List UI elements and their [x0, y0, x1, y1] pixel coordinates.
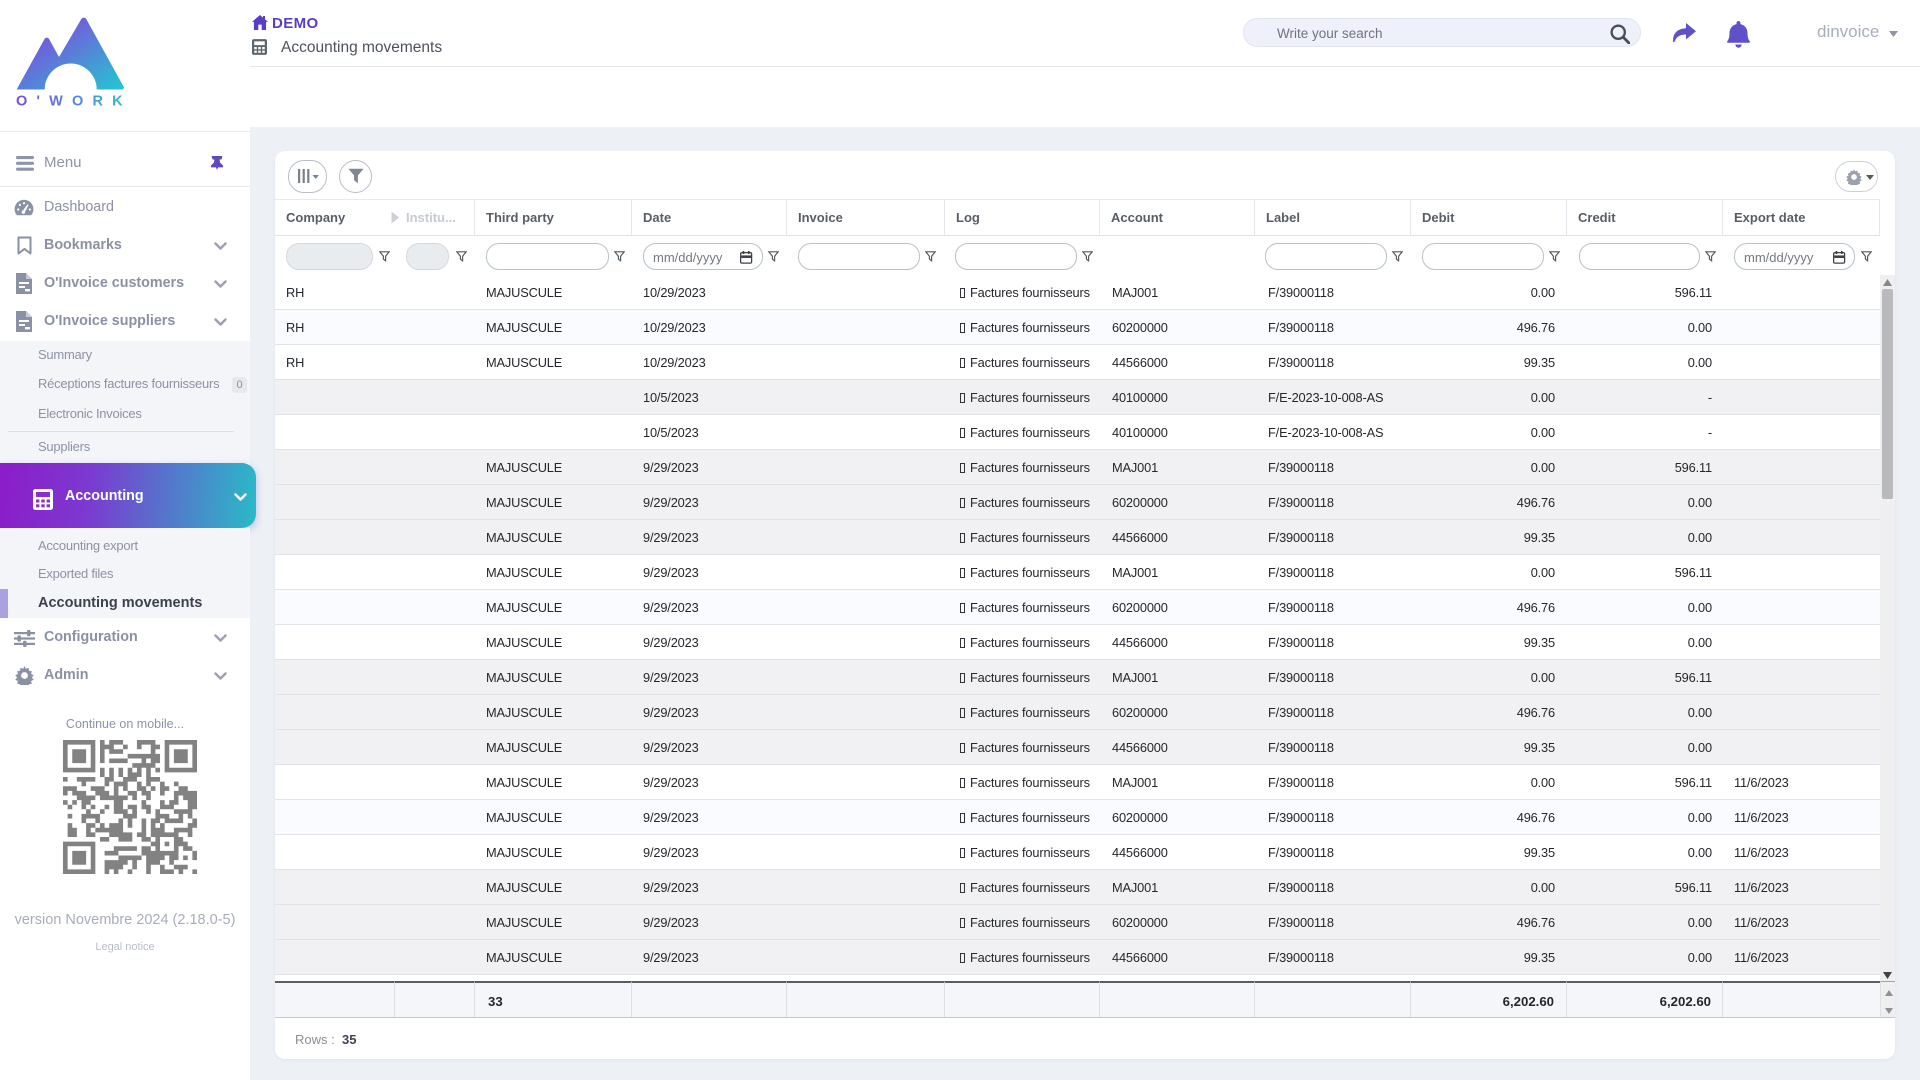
svg-text:O'WORK: O'WORK — [16, 94, 132, 110]
